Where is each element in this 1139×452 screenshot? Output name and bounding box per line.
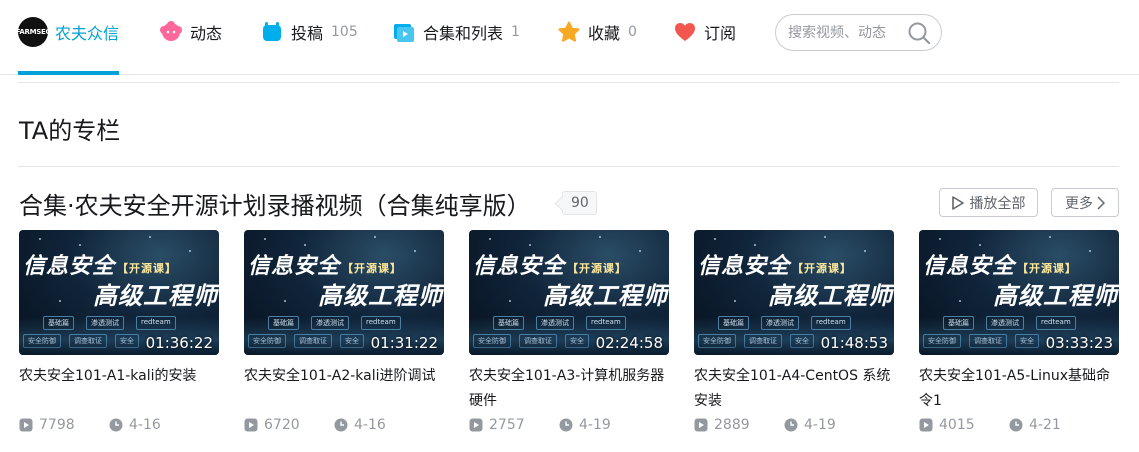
thumbnail-subheading: 高级工程师 [993,282,1118,310]
video-duration: 03:33:23 [1045,334,1113,352]
play-count-value: 6720 [264,417,300,433]
clock-icon [784,418,798,432]
video-duration: 01:36:22 [145,334,213,352]
play-count-value: 2889 [714,417,750,433]
nav-tab-label: 投稿 [291,24,324,43]
play-count-value: 4015 [939,417,975,433]
chevron-right-icon [1097,195,1105,210]
channel-logo: FARMSEC [16,17,51,47]
clock-icon [334,418,348,432]
video-title[interactable]: 农夫安全101-A2-kali进阶调试 [244,364,444,389]
play-count-value: 2757 [489,417,525,433]
video-card[interactable]: 信息安全 【开源课】 高级工程师 基础篇 渗透测试 redteam 安全防御 调… [469,230,669,440]
play-count: 4015 [919,417,975,433]
search-input[interactable] [788,23,908,43]
thumbnail-badge: 【开源课】 [1017,262,1077,275]
nav-active-indicator [18,71,119,75]
section-title: TA的专栏 [19,117,121,145]
play-count: 7798 [19,417,75,433]
play-count-icon [694,418,708,432]
thumbnail-subheading: 高级工程师 [318,282,443,310]
play-count-icon [244,418,258,432]
video-thumbnail[interactable]: 信息安全 【开源课】 高级工程师 基础篇 渗透测试 redteam 安全防御 调… [469,230,669,355]
clock-icon [109,418,123,432]
play-count-value: 7798 [39,417,75,433]
nav-home-label: 农夫众信 [55,24,120,43]
nav-tab-label: 合集和列表 [423,24,504,43]
search-box [775,14,942,51]
video-thumbnail[interactable]: 信息安全 【开源课】 高级工程师 基础篇 渗透测试 redteam 安全防御 调… [919,230,1119,355]
collection-title[interactable]: 合集·农夫安全开源计划录播视频（合集纯享版） [19,186,531,221]
video-card[interactable]: 信息安全 【开源课】 高级工程师 基础篇 渗透测试 redteam 安全防御 调… [19,230,219,440]
play-all-label: 播放全部 [969,195,1026,212]
nav-tab-favorites[interactable]: 收藏 0 [558,0,637,64]
video-duration: 01:31:22 [370,334,438,352]
clock-icon [1009,418,1023,432]
play-count-icon [469,418,483,432]
space-nav: FARMSEC 农夫众信 动态 投稿 105 合集和列表 1 收藏 0 订阅 [0,0,1139,75]
video-card[interactable]: 信息安全 【开源课】 高级工程师 基础篇 渗透测试 redteam 安全防御 调… [919,230,1119,440]
nav-tab-dynamic[interactable]: 动态 [160,0,222,64]
play-count-icon [919,418,933,432]
video-title[interactable]: 农夫安全101-A1-kali的安装 [19,364,219,389]
publish-date: 4-21 [1009,417,1061,433]
publish-date: 4-16 [109,417,161,433]
play-count-icon [19,418,33,432]
video-duration: 02:24:58 [595,334,663,352]
thumbnail-subheading: 高级工程师 [768,282,893,310]
nav-tab-label: 动态 [190,24,223,43]
nav-tab-label: 订阅 [704,24,737,43]
thumbnail-subheading: 高级工程师 [93,282,218,310]
thumbnail-badge: 【开源课】 [342,262,402,275]
publish-date: 4-19 [784,417,836,433]
collection-count-badge: 90 [562,191,597,215]
nav-tab-subscriptions[interactable]: 订阅 [674,0,736,64]
thumbnail-badge: 【开源课】 [567,262,627,275]
video-thumbnail[interactable]: 信息安全 【开源课】 高级工程师 基础篇 渗透测试 redteam 安全防御 调… [244,230,444,355]
nav-tab-count: 0 [628,24,637,40]
search-icon[interactable] [907,21,931,45]
publish-date: 4-19 [559,417,611,433]
play-icon [951,195,964,210]
play-count: 6720 [244,417,300,433]
more-button[interactable]: 更多 [1051,188,1119,217]
publish-date-value: 4-16 [354,417,386,433]
clock-icon [559,418,573,432]
play-count: 2889 [694,417,750,433]
video-duration: 01:48:53 [820,334,888,352]
publish-date-value: 4-19 [804,417,836,433]
publish-date-value: 4-16 [129,417,161,433]
nav-tab-count: 1 [511,24,520,40]
video-title[interactable]: 农夫安全101-A3-计算机服务器硬件 [469,364,669,414]
publish-date-value: 4-19 [579,417,611,433]
publish-date-value: 4-21 [1029,417,1061,433]
video-title[interactable]: 农夫安全101-A4-CentOS 系统安装 [694,364,894,414]
thumbnail-badge: 【开源课】 [792,262,852,275]
thumbnail-subheading: 高级工程师 [543,282,668,310]
play-all-button[interactable]: 播放全部 [939,188,1038,217]
favorites-star-icon [558,21,580,43]
video-title[interactable]: 农夫安全101-A5-Linux基础命令1 [919,364,1119,414]
heart-icon [674,21,696,43]
collections-icon [393,21,415,43]
divider [18,166,1119,167]
dynamic-icon [160,21,182,43]
nav-tab-collections[interactable]: 合集和列表 1 [393,0,520,64]
nav-tab-label: 收藏 [588,24,621,43]
uploads-icon [261,21,283,43]
thumbnail-badge: 【开源课】 [117,262,177,275]
video-thumbnail[interactable]: 信息安全 【开源课】 高级工程师 基础篇 渗透测试 redteam 安全防御 调… [19,230,219,355]
video-thumbnail[interactable]: 信息安全 【开源课】 高级工程师 基础篇 渗透测试 redteam 安全防御 调… [694,230,894,355]
nav-home-tab[interactable]: FARMSEC 农夫众信 [16,0,120,64]
divider [18,82,1119,83]
video-card[interactable]: 信息安全 【开源课】 高级工程师 基础篇 渗透测试 redteam 安全防御 调… [244,230,444,440]
more-label: 更多 [1065,195,1093,212]
play-count: 2757 [469,417,525,433]
nav-tab-uploads[interactable]: 投稿 105 [261,0,358,64]
nav-tab-count: 105 [331,24,358,40]
publish-date: 4-16 [334,417,386,433]
video-card[interactable]: 信息安全 【开源课】 高级工程师 基础篇 渗透测试 redteam 安全防御 调… [694,230,894,440]
